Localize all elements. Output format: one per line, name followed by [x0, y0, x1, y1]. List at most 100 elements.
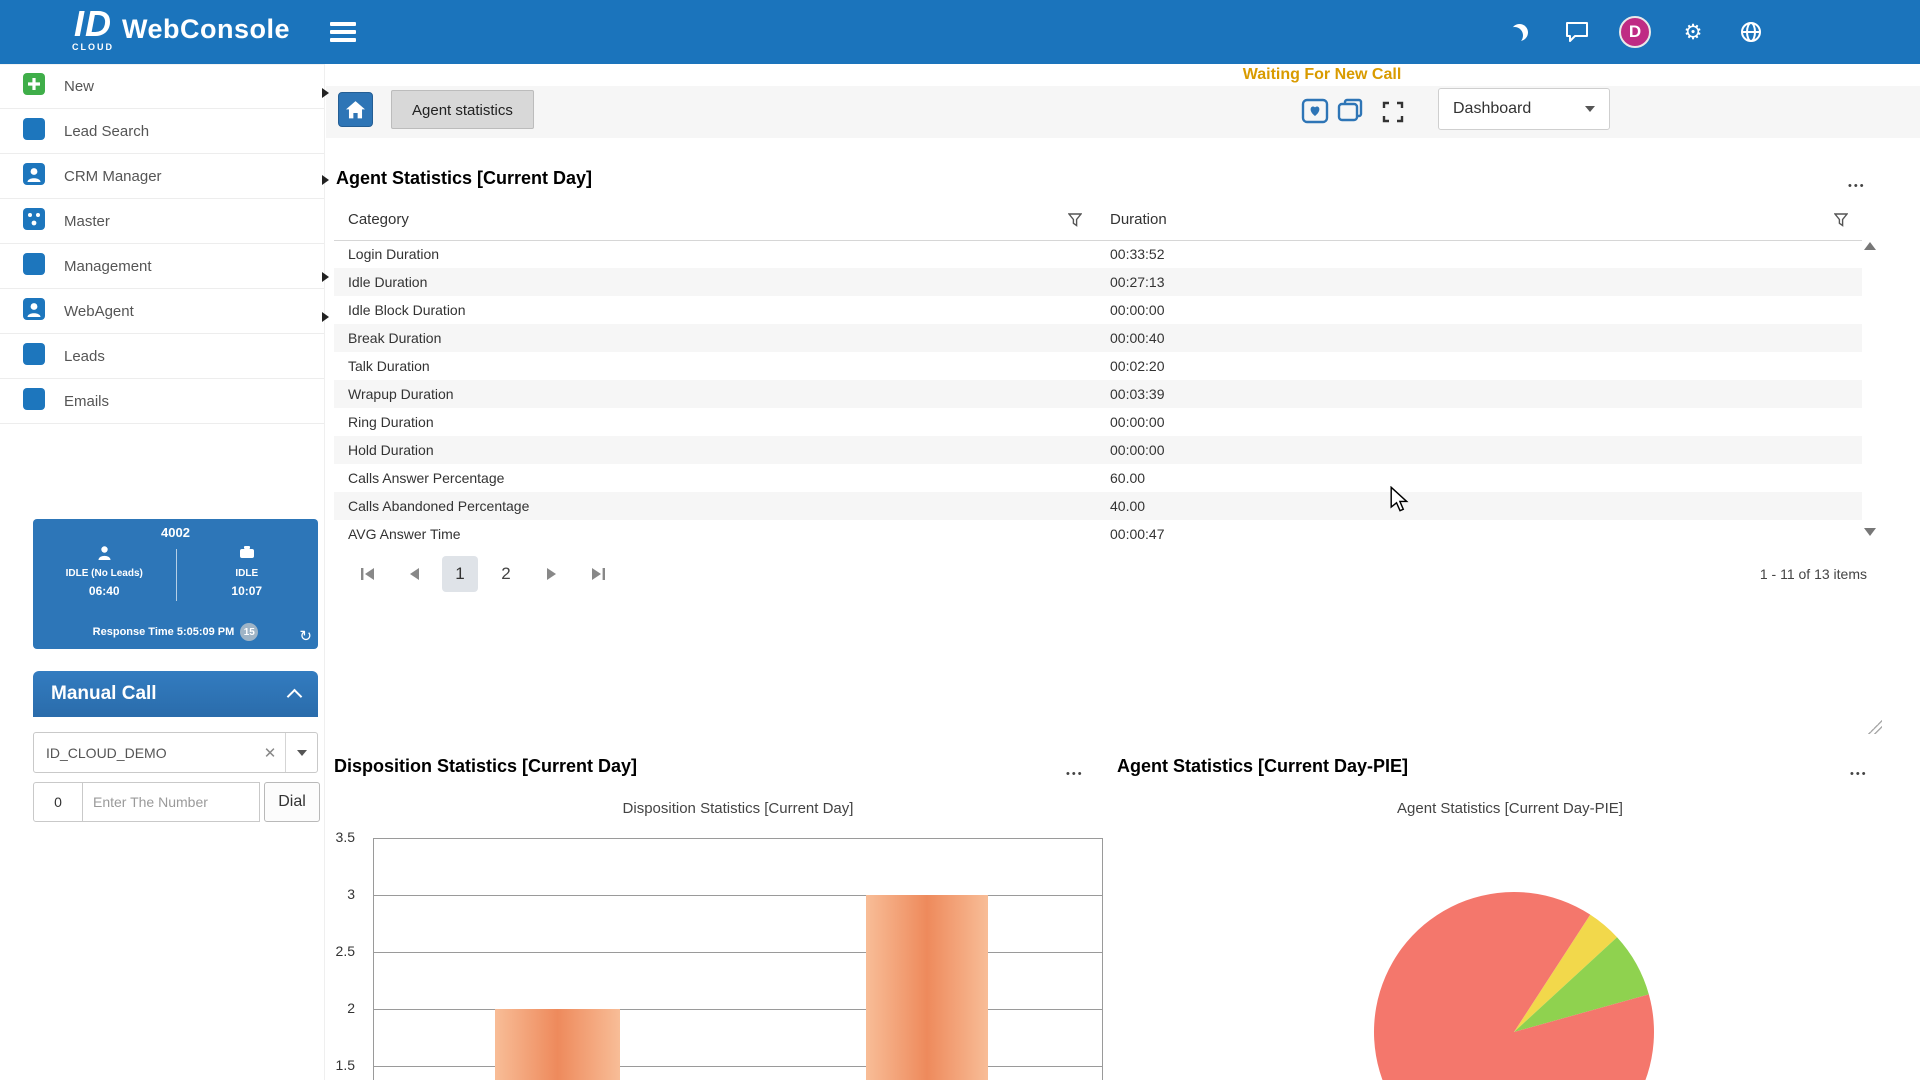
sidebar-item-emails[interactable]: Emails [0, 379, 324, 424]
table-row[interactable]: Idle Block Duration00:00:00 [334, 296, 1862, 324]
user-avatar[interactable]: D [1618, 15, 1652, 49]
more-options-icon[interactable] [1066, 766, 1084, 779]
table-cell: Calls Answer Percentage [334, 464, 1096, 492]
bar-chart-y-axis: 3.532.521.5 [307, 838, 365, 1080]
clear-icon[interactable]: ✕ [255, 744, 285, 762]
splitter-collapse-arrow[interactable] [322, 312, 329, 322]
campaign-value: ID_CLOUD_DEMO [34, 745, 255, 761]
sidebar-item-label: Master [64, 213, 110, 230]
logo-id-text: ID [74, 6, 112, 42]
pie-chart [1364, 882, 1664, 1080]
switch-view-cards-icon[interactable] [1334, 96, 1368, 126]
next-page-button[interactable] [534, 556, 570, 592]
table-row[interactable]: Talk Duration00:02:20 [334, 352, 1862, 380]
filter-funnel-icon[interactable] [1834, 213, 1848, 231]
chevron-down-icon [1585, 106, 1595, 112]
dashboard-view-select[interactable]: Dashboard [1438, 88, 1610, 130]
home-icon [346, 101, 365, 119]
dark-mode-moon-icon[interactable] [1502, 15, 1536, 49]
table-cell: Hold Duration [334, 436, 1096, 464]
table-cell: Calls Abandoned Percentage [334, 492, 1096, 520]
collapse-chevron-icon [287, 689, 303, 705]
table-cell: 60.00 [1096, 464, 1862, 492]
manual-call-header[interactable]: Manual Call [33, 671, 318, 717]
avatar-initial: D [1619, 16, 1651, 48]
dial-row: Dial [33, 782, 320, 822]
sidebar-item-crm-manager[interactable]: CRM Manager [0, 154, 324, 199]
call-status-banner: Waiting For New Call [1243, 66, 1402, 84]
table-row[interactable]: Hold Duration00:00:00 [334, 436, 1862, 464]
scroll-up-icon[interactable] [1864, 242, 1876, 250]
refresh-icon[interactable]: ↻ [299, 627, 312, 645]
home-button[interactable] [338, 92, 373, 127]
panel-resize-handle[interactable] [1868, 720, 1882, 734]
table-row[interactable]: Break Duration00:00:40 [334, 324, 1862, 352]
agent-state-timer: 06:40 [33, 584, 176, 598]
table-row[interactable]: Wrapup Duration00:03:39 [334, 380, 1862, 408]
y-axis-tick: 1.5 [307, 1057, 355, 1073]
table-cell: Login Duration [334, 240, 1096, 268]
table-cell: Wrapup Duration [334, 380, 1096, 408]
sidebar-item-master[interactable]: Master [0, 199, 324, 244]
page-number-1[interactable]: 1 [442, 556, 478, 592]
column-header-category[interactable]: Category [334, 200, 1096, 240]
phone-state-right: IDLE 10:07 [176, 545, 319, 598]
table-cell: 00:00:00 [1096, 296, 1862, 324]
bar-chart [373, 838, 1103, 1080]
fullscreen-icon[interactable] [1378, 97, 1408, 127]
table-scrollbar[interactable] [1862, 240, 1878, 542]
page-number-2[interactable]: 2 [488, 556, 524, 592]
table-cell: Ring Duration [334, 408, 1096, 436]
grid-body: Login Duration00:33:52Idle Duration00:27… [334, 240, 1862, 548]
more-options-icon[interactable] [1850, 766, 1868, 779]
y-axis-tick: 3 [307, 886, 355, 902]
bar-chart-title: Disposition Statistics [Current Day] [373, 800, 1103, 817]
sidebar-item-leads[interactable]: Leads [0, 334, 324, 379]
sidebar-item-new[interactable]: New [0, 64, 324, 109]
first-page-button[interactable] [350, 556, 386, 592]
crm-manager-person-icon [22, 162, 46, 191]
table-row[interactable]: Calls Abandoned Percentage40.00 [334, 492, 1862, 520]
chat-icon[interactable] [1560, 15, 1594, 49]
table-cell: 00:27:13 [1096, 268, 1862, 296]
sidebar-item-webagent[interactable]: WebAgent [0, 289, 324, 334]
pagination-info: 1 - 11 of 13 items [1760, 566, 1867, 582]
prefix-field[interactable] [33, 782, 83, 822]
emails-icon [22, 387, 46, 416]
table-row[interactable]: AVG Answer Time00:00:47 [334, 520, 1862, 548]
agent-statistics-table: Category Duration Login Duration00:33:52… [334, 200, 1862, 548]
sidebar-item-label: Leads [64, 348, 105, 365]
splitter-collapse-arrow[interactable] [322, 175, 329, 185]
campaign-dropdown-button[interactable] [285, 733, 317, 772]
splitter-collapse-arrow[interactable] [322, 88, 329, 98]
scroll-down-icon[interactable] [1864, 528, 1876, 536]
filter-funnel-icon[interactable] [1068, 213, 1082, 231]
last-page-button[interactable] [580, 556, 616, 592]
dial-button[interactable]: Dial [264, 782, 320, 822]
table-row[interactable]: Ring Duration00:00:00 [334, 408, 1862, 436]
sidebar-item-management[interactable]: Management [0, 244, 324, 289]
more-options-icon[interactable] [1848, 178, 1866, 191]
settings-gears-icon[interactable]: ⚙ [1676, 15, 1710, 49]
phone-number-input[interactable] [83, 782, 260, 822]
sidebar: New Lead Search CRM Manager Master Manag… [0, 64, 325, 1080]
column-header-duration[interactable]: Duration [1096, 200, 1862, 240]
softphone-icon [238, 545, 256, 560]
splitter-collapse-arrow[interactable] [322, 272, 329, 282]
table-row[interactable]: Login Duration00:33:52 [334, 240, 1862, 268]
sidebar-item-lead-search[interactable]: Lead Search [0, 109, 324, 154]
topbar-actions: D ⚙ [1502, 0, 1768, 64]
menu-toggle-icon[interactable] [330, 22, 356, 42]
globe-language-icon[interactable] [1734, 15, 1768, 49]
table-row[interactable]: Idle Duration00:27:13 [334, 268, 1862, 296]
table-row[interactable]: Calls Answer Percentage60.00 [334, 464, 1862, 492]
breadcrumb-tab-agent-statistics[interactable]: Agent statistics [391, 90, 534, 129]
previous-page-button[interactable] [396, 556, 432, 592]
favorite-view-icon[interactable] [1298, 96, 1332, 126]
lead-search-icon [22, 117, 46, 146]
app-logo: ID CLOUD WebConsole [72, 6, 290, 52]
table-cell: 00:02:20 [1096, 352, 1862, 380]
agent-person-icon [97, 545, 112, 560]
campaign-combobox[interactable]: ID_CLOUD_DEMO ✕ [33, 732, 318, 773]
disposition-panel-title: Disposition Statistics [Current Day] [334, 756, 637, 777]
